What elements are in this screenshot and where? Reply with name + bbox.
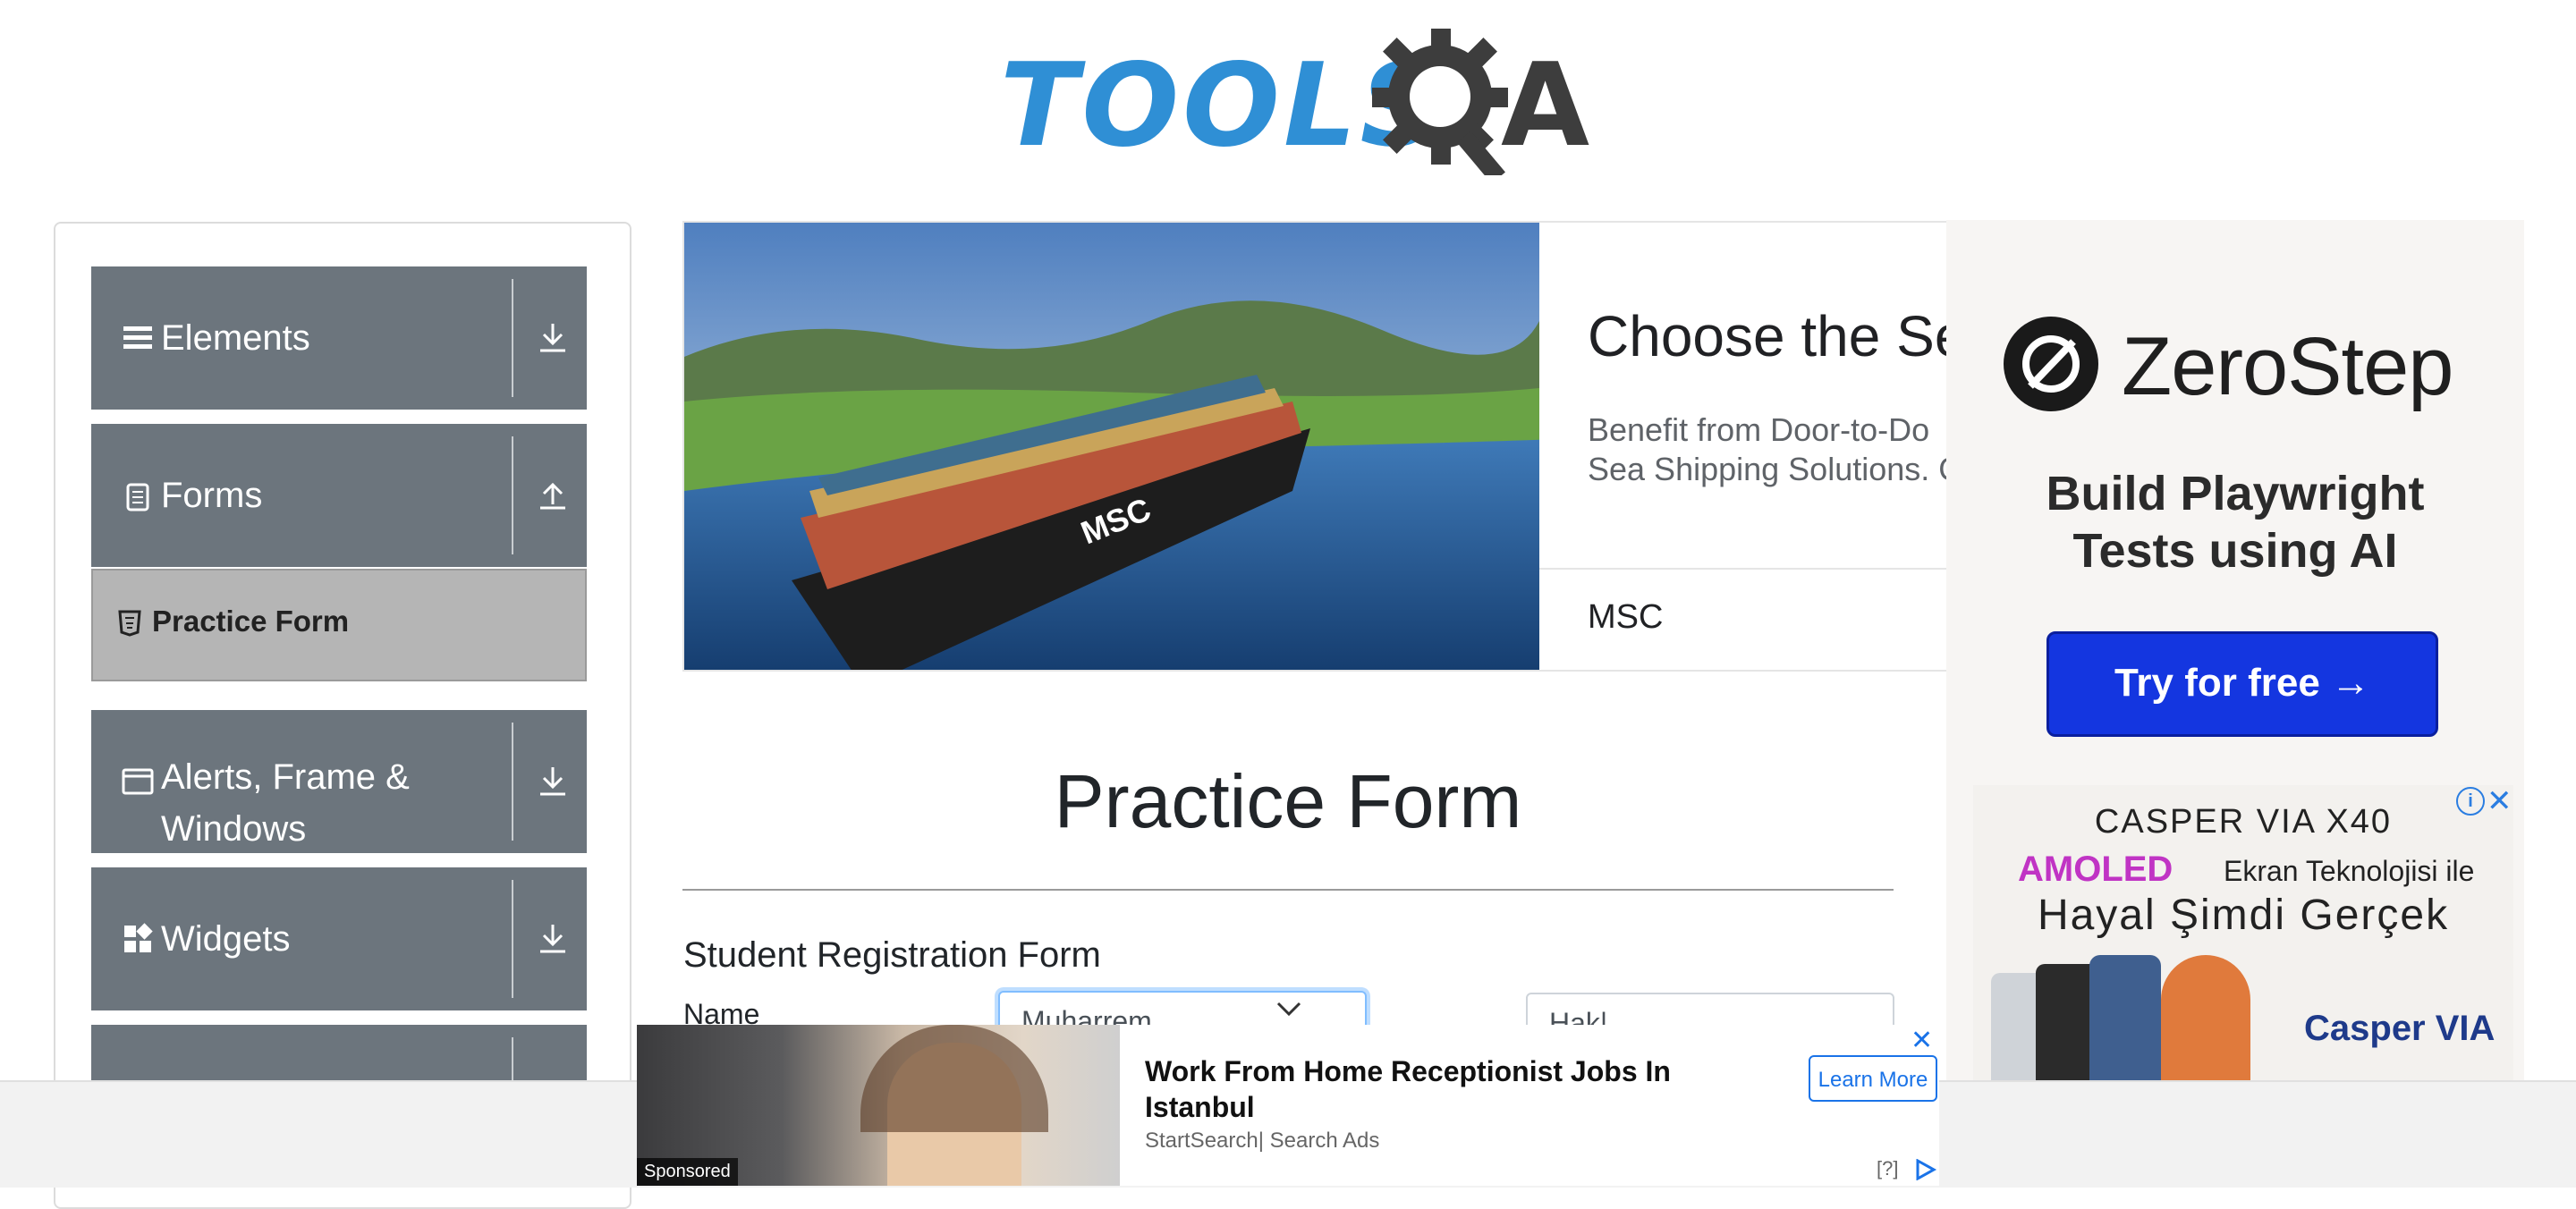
sidebar-item-practice-form[interactable]: Practice Form [91, 569, 587, 681]
adchoices-icon[interactable] [1914, 1159, 1937, 1180]
download-icon[interactable] [535, 921, 571, 957]
sidebar-item-label: Practice Form [152, 604, 350, 638]
ad-slogan: Hayal Şimdi Gerçek [2037, 892, 2450, 939]
sponsored-tag: Sponsored [637, 1158, 738, 1186]
zerostep-logo-icon [2004, 317, 2098, 411]
sidebar-group-label: Elements [161, 318, 310, 358]
download-icon[interactable] [535, 320, 571, 356]
page-title: Practice Form [1054, 759, 1522, 843]
logo-letter-a: A [1501, 39, 1590, 173]
ad-help-link[interactable]: [?] [1877, 1157, 1898, 1180]
form-heading: Student Registration Form [683, 935, 1101, 975]
html5-icon [118, 610, 141, 637]
widgets-icon [124, 923, 153, 952]
sidebar-group-label: Alerts, Frame & Windows [161, 757, 410, 849]
ad-tagline: Build Playwright Tests using AI [2046, 467, 2425, 578]
ad-brand-name: ZeroStep [2122, 321, 2453, 412]
divider [512, 436, 513, 554]
ad-subline: Ekran Teknolojisi ile [2224, 855, 2475, 887]
sidebar-group-label: Forms [161, 476, 263, 515]
learn-more-button[interactable]: Learn More [1809, 1055, 1937, 1102]
hamburger-icon [123, 326, 152, 349]
right-ad[interactable]: ZeroStep Build Playwright Tests using AI… [1946, 220, 2524, 1114]
try-for-free-button[interactable]: Try for free → [2046, 631, 2438, 737]
banner-title[interactable]: Choose the Sea [1588, 303, 1954, 369]
ad-casper-brand: Casper VIA [2304, 1009, 2496, 1048]
ad-amoled: AMOLED [2018, 850, 2174, 889]
download-icon[interactable] [535, 764, 571, 799]
banner-description: Benefit from Door-to-Do Sea Shipping Sol… [1588, 411, 1956, 487]
close-icon[interactable]: ✕ [1911, 1025, 1933, 1056]
document-icon [126, 483, 149, 512]
sidebar-group-forms[interactable]: Forms [91, 424, 587, 567]
ship-scene: MSC [684, 223, 1539, 670]
site-logo[interactable]: TOOLS A [1000, 23, 1589, 175]
ad-source: StartSearch| Search Ads [1145, 1129, 1380, 1153]
upload-icon[interactable] [535, 478, 571, 513]
sidebar-group-elements[interactable]: Elements [91, 266, 587, 410]
chevron-down-icon[interactable] [1275, 1000, 1302, 1018]
ship-image: MSC [684, 223, 1539, 670]
divider [1539, 568, 1954, 570]
divider [512, 723, 513, 841]
ad-title[interactable]: Work From Home Receptionist Jobs In Ista… [1145, 1053, 1717, 1125]
sidebar-group-label: Widgets [161, 919, 291, 959]
sidebar-group-widgets[interactable]: Widgets [91, 867, 587, 1010]
window-icon [122, 768, 154, 795]
divider [512, 880, 513, 998]
sidebar-group-alerts[interactable]: Alerts, Frame & Windows [91, 710, 587, 853]
banner-ad[interactable]: MSC Choose the Sea Benefit from Door-to-… [682, 221, 1956, 672]
sponsored-ad[interactable]: Sponsored Work From Home Receptionist Jo… [637, 1025, 1939, 1186]
divider [682, 889, 1894, 891]
divider [512, 279, 513, 397]
casper-ad[interactable]: i ✕ CASPER VIA X40 AMOLED Ekran Teknoloj… [1973, 784, 2513, 1114]
ad-headline: CASPER VIA X40 [2094, 803, 2393, 841]
sidebar: Elements Forms Practice Form Alerts, Fra… [54, 222, 631, 1209]
banner-brand[interactable]: MSC [1588, 598, 1663, 637]
